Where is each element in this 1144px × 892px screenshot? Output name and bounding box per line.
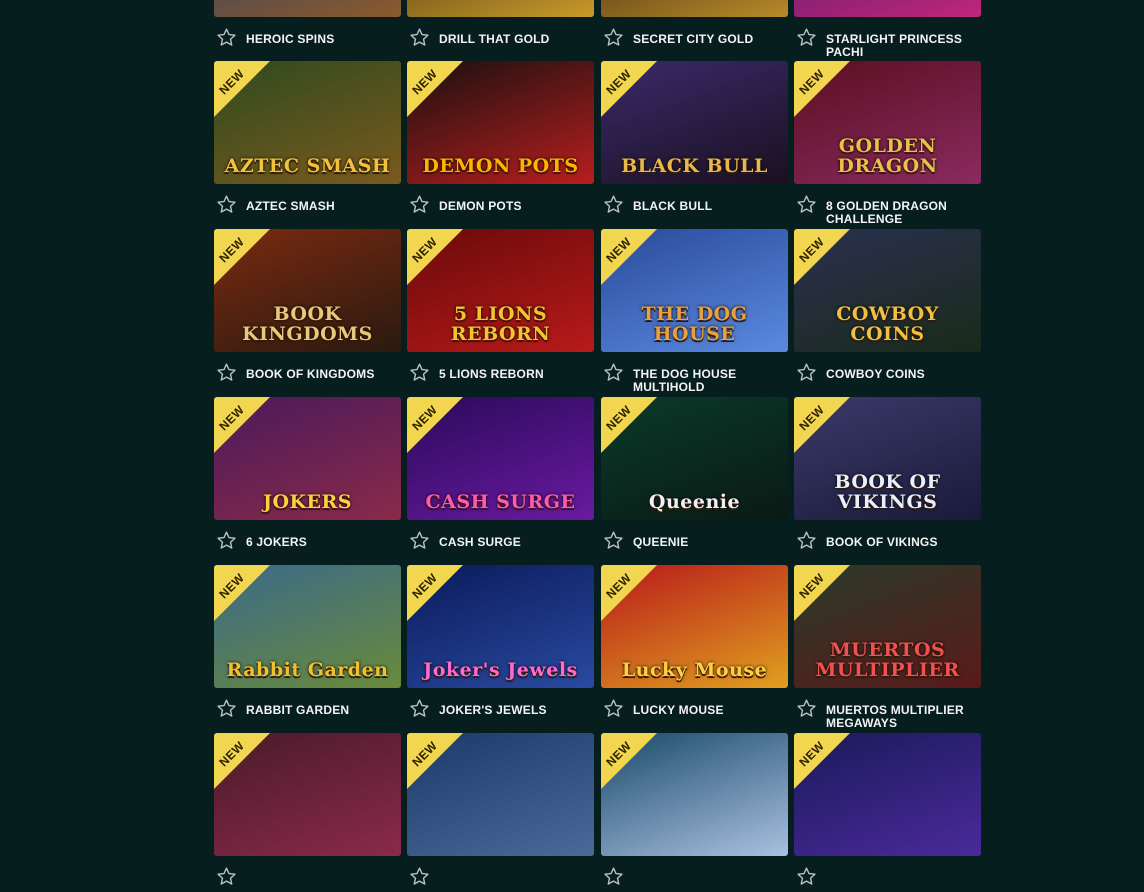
favorite-star-icon[interactable] [603, 194, 624, 215]
game-thumbnail[interactable]: BOOK OF VIKINGS NEW [794, 397, 981, 520]
game-thumbnail[interactable]: JOKERS NEW [214, 397, 401, 520]
game-thumbnail[interactable]: Lucky Mouse NEW [601, 565, 788, 688]
game-thumbnail[interactable]: BOOK KINGDOMS NEW [214, 229, 401, 352]
game-logo: BOOK KINGDOMS [242, 303, 373, 345]
favorite-star-icon[interactable] [216, 27, 237, 48]
game-title[interactable]: THE DOG HOUSE MULTIHOLD [633, 368, 785, 394]
favorite-star-icon[interactable] [409, 27, 430, 48]
game-title[interactable]: SECRET CITY GOLD [633, 33, 785, 46]
game-thumbnail[interactable]: 5 LIONS REBORN NEW [407, 229, 594, 352]
game-title[interactable]: MUERTOS MULTIPLIER MEGAWAYS [826, 704, 978, 730]
favorite-star-icon[interactable] [216, 530, 237, 551]
game-title[interactable]: 6 JOKERS [246, 536, 398, 549]
game-artwork [794, 0, 981, 17]
game-logo: BLACK BULL [621, 155, 768, 177]
favorite-star-icon[interactable] [603, 530, 624, 551]
favorite-star-icon[interactable] [603, 362, 624, 383]
game-thumbnail[interactable]: NEW [407, 733, 594, 856]
game-artwork [601, 0, 788, 17]
favorite-star-icon[interactable] [409, 698, 430, 719]
game-thumbnail[interactable]: THE DOG HOUSE NEW [601, 229, 788, 352]
game-thumbnail[interactable]: Joker's Jewels NEW [407, 565, 594, 688]
game-thumbnail[interactable]: COWBOY COINS NEW [794, 229, 981, 352]
favorite-star-icon[interactable] [409, 362, 430, 383]
game-thumbnail[interactable] [794, 0, 981, 17]
favorite-star-icon[interactable] [796, 362, 817, 383]
game-grid: HEROIC SPINS DRILL THAT GOLD SECRET CITY G… [0, 0, 1144, 885]
game-logo: AZTEC SMASH [224, 155, 391, 177]
game-thumbnail[interactable]: NEW [794, 733, 981, 856]
game-logo: Lucky Mouse [621, 659, 768, 681]
game-title[interactable]: RABBIT GARDEN [246, 704, 398, 717]
game-logo: BOOK OF VIKINGS [834, 471, 941, 513]
game-title[interactable]: BOOK OF VIKINGS [826, 536, 978, 549]
favorite-star-icon[interactable] [216, 362, 237, 383]
game-title[interactable]: 8 GOLDEN DRAGON CHALLENGE [826, 200, 978, 226]
game-logo: GOLDEN DRAGON [837, 135, 938, 177]
game-thumbnail[interactable]: Queenie NEW [601, 397, 788, 520]
game-title[interactable]: LUCKY MOUSE [633, 704, 785, 717]
game-thumbnail[interactable]: AZTEC SMASH NEW [214, 61, 401, 184]
game-thumbnail[interactable]: NEW [214, 733, 401, 856]
game-title[interactable]: AZTEC SMASH [246, 200, 398, 213]
game-logo: Rabbit Garden [226, 659, 389, 681]
game-logo: CASH SURGE [425, 491, 576, 513]
game-logo: 5 LIONS REBORN [450, 303, 551, 345]
game-artwork [214, 0, 401, 17]
favorite-star-icon[interactable] [409, 530, 430, 551]
game-title[interactable]: DEMON POTS [439, 200, 591, 213]
game-logo: Joker's Jewels [423, 659, 578, 681]
favorite-star-icon[interactable] [409, 866, 430, 887]
favorite-star-icon[interactable] [796, 866, 817, 887]
game-thumbnail[interactable] [601, 0, 788, 17]
game-title[interactable]: BOOK OF KINGDOMS [246, 368, 398, 381]
favorite-star-icon[interactable] [796, 27, 817, 48]
game-artwork [407, 0, 594, 17]
game-title[interactable]: COWBOY COINS [826, 368, 978, 381]
game-logo: MUERTOS MULTIPLIER [815, 639, 960, 681]
game-thumbnail[interactable]: GOLDEN DRAGON NEW [794, 61, 981, 184]
favorite-star-icon[interactable] [603, 27, 624, 48]
game-thumbnail[interactable]: Rabbit Garden NEW [214, 565, 401, 688]
game-logo: COWBOY COINS [836, 303, 939, 345]
game-title[interactable]: HEROIC SPINS [246, 33, 398, 46]
favorite-star-icon[interactable] [216, 194, 237, 215]
favorite-star-icon[interactable] [796, 530, 817, 551]
game-logo: DEMON POTS [422, 155, 579, 177]
game-logo: Queenie [648, 491, 741, 513]
game-thumbnail[interactable]: MUERTOS MULTIPLIER NEW [794, 565, 981, 688]
game-thumbnail[interactable]: DEMON POTS NEW [407, 61, 594, 184]
game-title[interactable]: CASH SURGE [439, 536, 591, 549]
favorite-star-icon[interactable] [216, 866, 237, 887]
favorite-star-icon[interactable] [409, 194, 430, 215]
game-thumbnail[interactable] [214, 0, 401, 17]
favorite-star-icon[interactable] [603, 866, 624, 887]
game-logo: THE DOG HOUSE [641, 303, 748, 345]
game-title[interactable]: 5 LIONS REBORN [439, 368, 591, 381]
game-thumbnail[interactable] [407, 0, 594, 17]
game-logo: JOKERS [262, 491, 353, 513]
game-title[interactable]: BLACK BULL [633, 200, 785, 213]
game-title[interactable]: DRILL THAT GOLD [439, 33, 591, 46]
game-thumbnail[interactable]: CASH SURGE NEW [407, 397, 594, 520]
favorite-star-icon[interactable] [216, 698, 237, 719]
game-title[interactable]: QUEENIE [633, 536, 785, 549]
game-thumbnail[interactable]: NEW [601, 733, 788, 856]
favorite-star-icon[interactable] [603, 698, 624, 719]
game-title[interactable]: JOKER'S JEWELS [439, 704, 591, 717]
favorite-star-icon[interactable] [796, 194, 817, 215]
game-thumbnail[interactable]: BLACK BULL NEW [601, 61, 788, 184]
game-title[interactable]: STARLIGHT PRINCESS PACHI [826, 33, 978, 59]
favorite-star-icon[interactable] [796, 698, 817, 719]
